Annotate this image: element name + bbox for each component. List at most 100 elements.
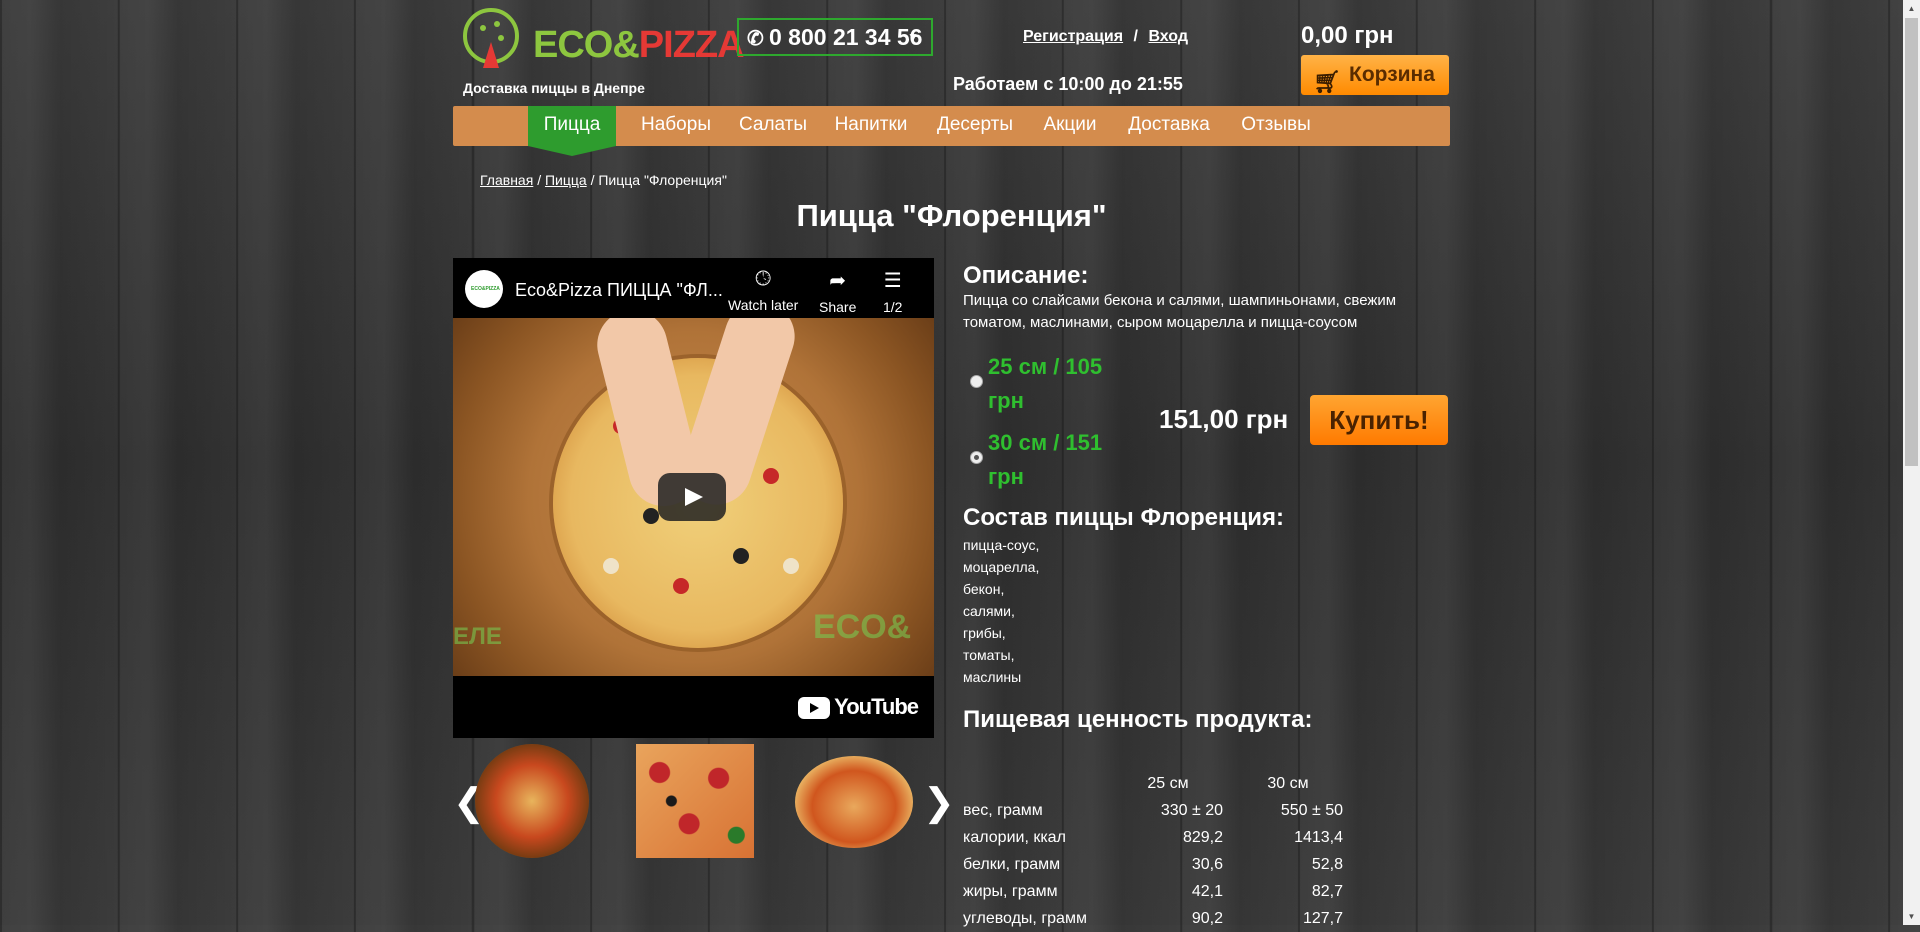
table-cell: 330 ± 20 <box>1160 802 1223 819</box>
table-header: 30 см <box>1267 775 1309 792</box>
scroll-thumb[interactable] <box>1905 18 1918 466</box>
nav-item-reviews[interactable]: Отзывы <box>1231 106 1321 146</box>
scroll-down-icon[interactable]: ▼ <box>1903 908 1920 925</box>
composition-list: пицца-соус, моцарелла, бекон, салями, гр… <box>963 534 1039 688</box>
list-item: пицца-соус, <box>963 537 1040 553</box>
table-cell: 82,7 <box>1311 883 1343 900</box>
table-cell: калории, ккал <box>963 829 1066 846</box>
nav-item-delivery[interactable]: Доставка <box>1119 106 1219 146</box>
phone-icon: ✆ <box>747 28 764 50</box>
clock-icon: 🕓︎ <box>755 268 772 290</box>
nav-item-desserts[interactable]: Десерты <box>929 106 1021 146</box>
video-watermark-left: ЕЛЕ <box>453 623 502 650</box>
nav-item-salads[interactable]: Салаты <box>733 106 813 146</box>
nav-item-promos[interactable]: Акции <box>1033 106 1107 146</box>
gallery-thumbnail-3[interactable] <box>795 756 913 848</box>
description-heading: Описание: <box>963 262 1089 289</box>
nav-item-drinks[interactable]: Напитки <box>825 106 917 146</box>
table-cell: 1413,4 <box>1294 829 1343 846</box>
watch-later-button[interactable]: 🕓︎ Watch later <box>728 268 798 313</box>
gallery-thumbnail-2[interactable] <box>636 744 754 858</box>
cart-total: 0,00 грн <box>1301 22 1394 49</box>
table-row: вес, грамм 330 ± 20 550 ± 50 <box>963 797 1363 824</box>
pizza-logo-icon <box>463 8 519 68</box>
video-footer: YouTube <box>453 676 934 738</box>
table-cell: 42,1 <box>1191 883 1223 900</box>
page-scrollbar[interactable]: ▲ ▼ <box>1903 0 1920 925</box>
logo-wordmark: ECO&PIZZA <box>533 24 745 66</box>
size-option-30[interactable]: 30 см / 151 грн <box>988 426 1128 494</box>
list-item: томаты, <box>963 647 1015 663</box>
table-cell: 127,7 <box>1302 910 1343 927</box>
nav-item-pizza[interactable]: Пицца <box>528 106 616 156</box>
breadcrumb: Главная / Пицца / Пицца "Флоренция" <box>480 172 727 188</box>
breadcrumb-separator: / <box>590 172 595 188</box>
list-item: салями, <box>963 603 1015 619</box>
page-container: ECO&PIZZA Доставка пиццы в Днепре ✆ 0 800… <box>453 0 1450 927</box>
table-cell: вес, грамм <box>963 802 1043 819</box>
table-row: жиры, грамм 42,1 82,7 <box>963 878 1363 905</box>
table-cell: 52,8 <box>1311 856 1343 873</box>
nav-item-sets[interactable]: Наборы <box>631 106 721 146</box>
playlist-button[interactable]: ☰ 1/2 <box>883 268 902 315</box>
youtube-icon <box>798 697 831 720</box>
table-cell: 550 ± 50 <box>1280 802 1343 819</box>
site-tagline: Доставка пиццы в Днепре <box>463 80 645 96</box>
phone-dropdown[interactable]: ✆ 0 800 21 34 56 ▼ <box>737 18 933 56</box>
main-nav: Пицца Наборы Салаты Напитки Десерты Акци… <box>453 106 1450 156</box>
share-icon: ➦ <box>829 270 847 292</box>
gallery-thumbnail-1[interactable] <box>475 744 589 858</box>
page-title: Пицца "Флоренция" <box>796 198 1107 233</box>
cart-icon: 🛒︎ <box>1313 69 1341 94</box>
auth-links: Регистрация / Вход <box>1023 28 1188 46</box>
cart-button[interactable]: 🛒︎ Корзина <box>1301 55 1449 95</box>
video-header: ECO&PIZZA Eco&Pizza ПИЦЦА "ФЛ... 🕓︎ Watch… <box>453 258 934 318</box>
video-title[interactable]: Eco&Pizza ПИЦЦА "ФЛ... <box>515 280 723 301</box>
composition-heading: Состав пиццы Флоренция: <box>963 504 1284 531</box>
channel-avatar[interactable]: ECO&PIZZA <box>465 270 503 308</box>
table-row: калории, ккал 829,2 1413,4 <box>963 824 1363 851</box>
list-item: маслины <box>963 669 1022 685</box>
phone-number: 0 800 21 34 56 <box>769 24 923 50</box>
table-row: белки, грамм 30,6 52,8 <box>963 851 1363 878</box>
nutrition-heading: Пищевая ценность продукта: <box>963 706 1313 733</box>
playlist-icon: ☰ <box>883 270 902 292</box>
product-description: Пицца со слайсами бекона и салями, шампи… <box>963 292 1397 331</box>
list-item: грибы, <box>963 625 1006 641</box>
register-link[interactable]: Регистрация <box>1023 28 1123 45</box>
share-button[interactable]: ➦ Share <box>819 268 856 315</box>
working-hours: Работаем с 10:00 до 21:55 <box>953 74 1183 94</box>
auth-separator: / <box>1133 28 1138 45</box>
size-radio-25[interactable] <box>970 375 983 388</box>
table-cell: 30,6 <box>1191 856 1223 873</box>
cart-label: Корзина <box>1349 63 1435 86</box>
buy-button[interactable]: Купить! <box>1310 395 1448 445</box>
login-link[interactable]: Вход <box>1148 28 1188 45</box>
table-cell: 829,2 <box>1182 829 1223 846</box>
table-cell: белки, грамм <box>963 856 1061 873</box>
breadcrumb-home[interactable]: Главная <box>480 172 533 188</box>
breadcrumb-category[interactable]: Пицца <box>545 172 587 188</box>
table-cell: 90,2 <box>1191 910 1223 927</box>
table-cell: жиры, грамм <box>963 883 1058 900</box>
table-header-row: 25 см 30 см <box>963 770 1363 797</box>
table-header: 25 см <box>1147 775 1189 792</box>
size-option-25[interactable]: 25 см / 105 грн <box>988 350 1128 418</box>
table-cell: углеводы, грамм <box>963 910 1087 927</box>
list-item: моцарелла, <box>963 559 1040 575</box>
youtube-logo[interactable]: YouTube <box>798 694 919 720</box>
list-item: бекон, <box>963 581 1005 597</box>
product-price: 151,00 грн <box>1159 404 1289 434</box>
chevron-down-icon: ▼ <box>907 30 919 44</box>
table-row: углеводы, грамм 90,2 127,7 <box>963 905 1363 932</box>
breadcrumb-separator: / <box>537 172 542 188</box>
gallery-next-button[interactable]: ❯ <box>923 780 955 825</box>
nutrition-table: 25 см 30 см вес, грамм 330 ± 20 550 ± 50… <box>963 770 1363 932</box>
video-watermark: ECO& <box>813 608 912 646</box>
play-button[interactable] <box>658 473 726 521</box>
video-player[interactable]: ECO& ЕЛЕ ECO&PIZZA Eco&Pizza ПИЦЦА "ФЛ..… <box>453 258 934 738</box>
breadcrumb-current: Пицца "Флоренция" <box>598 172 727 188</box>
scroll-up-icon[interactable]: ▲ <box>1903 0 1920 17</box>
size-radio-30[interactable] <box>970 451 983 464</box>
site-logo[interactable]: ECO&PIZZA <box>461 4 745 70</box>
